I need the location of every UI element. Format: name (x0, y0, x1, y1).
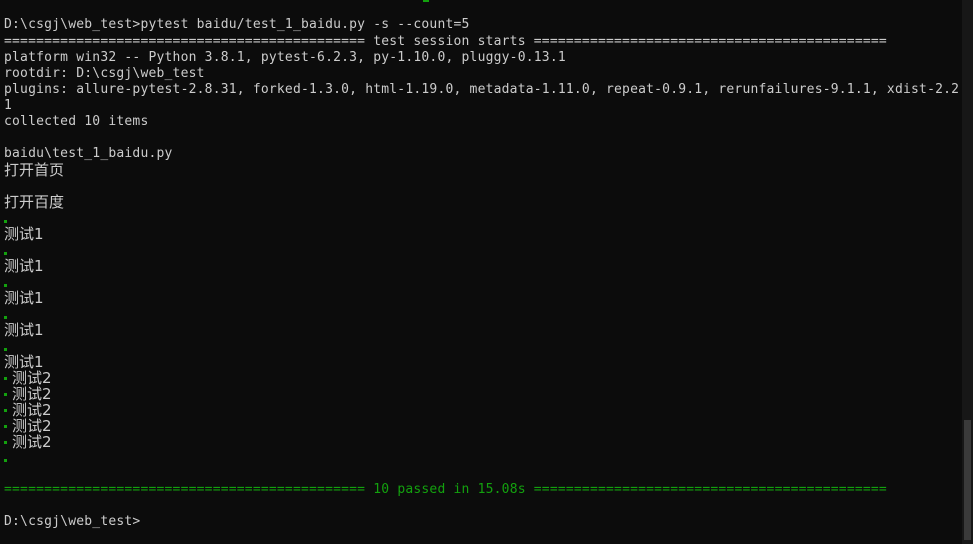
test-file-line: baidu\test_1_baidu.py (4, 146, 173, 161)
pass-dot (4, 459, 7, 462)
scrollbar-thumb[interactable] (964, 420, 971, 540)
plugins-line-wrap: 1 (4, 98, 13, 113)
vertical-scrollbar[interactable] (962, 0, 973, 544)
summary-rule-left: ========================================… (4, 482, 374, 497)
pass-dot (4, 441, 7, 444)
output-open-baidu: 打开百度 (4, 193, 65, 211)
output-test1: 测试1 (4, 225, 44, 243)
platform-line: platform win32 -- Python 3.8.1, pytest-6… (4, 50, 566, 65)
pass-dot (4, 284, 7, 287)
pass-dot (4, 377, 7, 380)
session-header: ========================================… (4, 34, 887, 49)
summary-passed-text: 10 passed in 15.08s (373, 482, 526, 497)
plugins-line: plugins: allure-pytest-2.8.31, forked-1.… (4, 82, 962, 97)
pass-dot (4, 409, 7, 412)
pass-dot (4, 220, 7, 223)
rootdir-line: rootdir: D:\csgj\web_test (4, 66, 205, 81)
summary-rule-right: ========================================… (525, 482, 887, 497)
pass-dot (4, 425, 7, 428)
output-test1: 测试1 (4, 257, 44, 275)
terminal-window[interactable]: D:\csgj\web_test>pytest baidu/test_1_bai… (0, 0, 962, 544)
pass-dot (4, 316, 7, 319)
prompt-line[interactable]: D:\csgj\web_test> (4, 514, 140, 530)
summary-line: ========================================… (4, 482, 887, 498)
command-line: D:\csgj\web_test>pytest baidu/test_1_bai… (4, 17, 470, 32)
pass-dot (4, 252, 7, 255)
progress-tick-mark (423, 0, 429, 2)
output-test1: 测试1 (4, 321, 44, 339)
pass-dot (4, 393, 7, 396)
output-test2: 测试2 (12, 433, 52, 451)
output-test1: 测试1 (4, 289, 44, 307)
output-open-home: 打开首页 (4, 161, 65, 179)
collected-line: collected 10 items (4, 114, 149, 129)
pass-dot (4, 348, 7, 351)
